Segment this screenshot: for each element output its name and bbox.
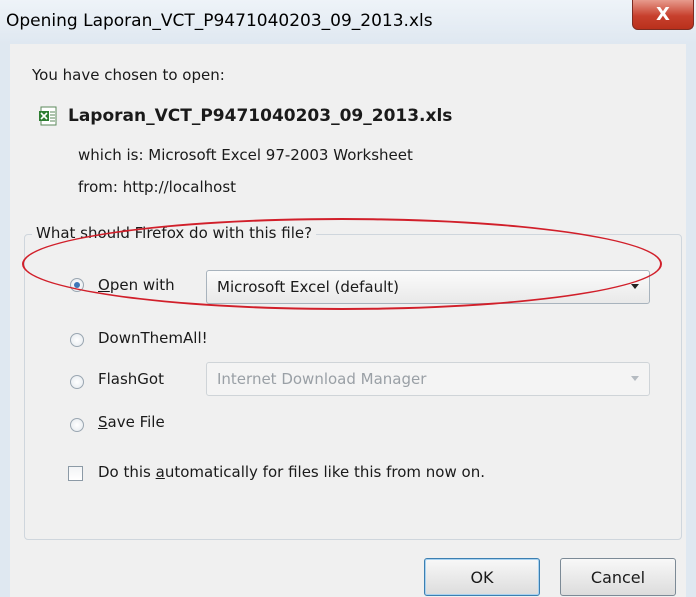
chosen-label: You have chosen to open: bbox=[32, 66, 225, 84]
window-title: Opening Laporan_VCT_P9471040203_09_2013.… bbox=[6, 11, 433, 31]
open-with-select-value: Microsoft Excel (default) bbox=[217, 278, 400, 296]
chevron-down-icon bbox=[631, 376, 639, 381]
chevron-down-icon bbox=[631, 284, 639, 289]
auto-checkbox[interactable] bbox=[68, 466, 83, 481]
save-file-radio[interactable] bbox=[70, 418, 84, 432]
title-bar: Opening Laporan_VCT_P9471040203_09_2013.… bbox=[0, 0, 696, 45]
dialog-content: You have chosen to open: Laporan_VCT_P94… bbox=[10, 44, 686, 597]
file-type: which is: Microsoft Excel 97-2003 Worksh… bbox=[78, 146, 413, 164]
flashgot-select-value: Internet Download Manager bbox=[217, 370, 427, 388]
downthemall-label[interactable]: DownThemAll! bbox=[98, 329, 208, 347]
flashgot-label[interactable]: FlashGot bbox=[98, 370, 164, 388]
cancel-button[interactable]: Cancel bbox=[560, 558, 676, 596]
close-button[interactable]: X bbox=[632, 0, 694, 30]
window-frame-left bbox=[0, 44, 10, 597]
open-with-label[interactable]: Open with bbox=[98, 276, 175, 294]
action-question: What should Firefox do with this file? bbox=[32, 224, 317, 242]
excel-file-icon bbox=[39, 106, 57, 126]
auto-checkbox-label[interactable]: Do this automatically for files like thi… bbox=[98, 463, 485, 481]
open-with-select[interactable]: Microsoft Excel (default) bbox=[206, 270, 650, 304]
open-with-radio[interactable] bbox=[70, 278, 84, 292]
window-frame-right bbox=[686, 44, 696, 597]
downthemall-radio[interactable] bbox=[70, 333, 84, 347]
flashgot-select[interactable]: Internet Download Manager bbox=[206, 362, 650, 396]
download-dialog: Opening Laporan_VCT_P9471040203_09_2013.… bbox=[0, 0, 696, 597]
save-file-label[interactable]: Save File bbox=[98, 413, 165, 431]
flashgot-radio[interactable] bbox=[70, 375, 84, 389]
file-name: Laporan_VCT_P9471040203_09_2013.xls bbox=[68, 106, 453, 126]
file-source: from: http://localhost bbox=[78, 178, 237, 196]
ok-button[interactable]: OK bbox=[424, 558, 540, 596]
